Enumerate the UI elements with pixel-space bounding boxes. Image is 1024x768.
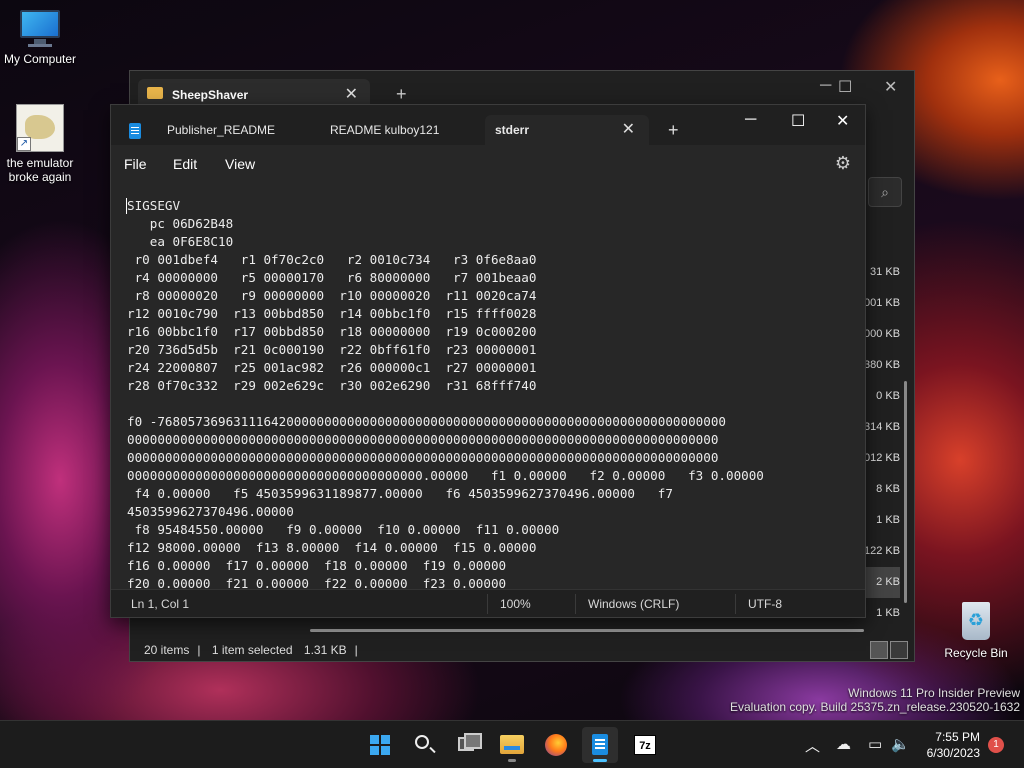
file-size-cell: 122 KB — [864, 545, 901, 557]
notepad-menu-bar: File Edit View ⚙ — [111, 145, 865, 183]
taskbar-file-explorer[interactable] — [494, 727, 530, 763]
close-tab-icon[interactable]: ✕ — [345, 84, 358, 104]
close-window-button[interactable]: ✕ — [884, 77, 897, 97]
close-tab-icon[interactable]: ✕ — [622, 115, 635, 145]
menu-view[interactable]: View — [225, 156, 255, 172]
taskbar-firefox[interactable] — [538, 727, 574, 763]
maximize-button[interactable]: ☐ — [838, 77, 852, 97]
explorer-tab-sheepshaver[interactable]: SheepShaver ✕ — [138, 79, 370, 107]
task-view-icon — [458, 733, 482, 751]
windows-logo-icon — [370, 735, 390, 755]
taskbar: 7z ︿ ☁ ▭ 🔈 7:55 PM 6/30/2023 1 — [0, 720, 1024, 768]
text-editor-area[interactable]: SIGSEGV pc 06D62B48 ea 0F6E8C10 r0 001db… — [111, 183, 865, 589]
desktop-icon-emulator-shortcut[interactable]: ↗ the emulator broke again — [0, 104, 80, 184]
menu-edit[interactable]: Edit — [173, 156, 197, 172]
volume-icon[interactable]: 🔈 — [891, 735, 910, 753]
taskbar-search-button[interactable] — [406, 727, 442, 763]
horizontal-scrollbar[interactable] — [310, 629, 864, 632]
cloud-offline-icon[interactable]: ☁ — [836, 735, 851, 753]
file-size-cell: 001 KB — [864, 297, 901, 309]
clock-date: 6/30/2023 — [926, 746, 980, 760]
desktop-icon-my-computer[interactable]: My Computer — [0, 8, 80, 66]
folder-icon — [500, 735, 524, 754]
file-size-cell: 31 KB — [870, 266, 900, 278]
notepad-window[interactable]: Publisher_README README kulboy121 stderr… — [110, 104, 866, 618]
file-size-cell: 8 KB — [876, 483, 900, 495]
explorer-titlebar: SheepShaver ✕ + ─ ☐ ✕ — [130, 71, 914, 107]
editor-content[interactable]: SIGSEGV pc 06D62B48 ea 0F6E8C10 r0 001db… — [127, 197, 764, 589]
status-selected-count: 1 item selected — [211, 643, 293, 657]
menu-file[interactable]: File — [124, 156, 147, 172]
file-size-cell: 012 KB — [864, 452, 901, 464]
search-icon — [415, 735, 429, 749]
file-size-cell: 0 KB — [876, 390, 900, 402]
close-window-button[interactable]: ✕ — [836, 111, 849, 131]
taskbar-notepad[interactable] — [582, 727, 618, 763]
folder-icon — [147, 87, 163, 99]
gear-icon[interactable]: ⚙ — [835, 153, 851, 174]
shortcut-image-icon: ↗ — [16, 104, 64, 152]
network-icon[interactable]: ▭ — [868, 735, 882, 753]
tab-publisher-readme[interactable]: Publisher_README — [157, 115, 317, 145]
file-size-cell-selected: 2 KB — [864, 567, 900, 598]
tab-stderr[interactable]: stderr ✕ — [485, 115, 649, 145]
explorer-status-bar: 20 items | 1 item selected 1.31 KB | — [144, 643, 358, 657]
build-watermark: Windows 11 Pro Insider Preview Evaluatio… — [730, 686, 1020, 714]
task-view-button[interactable] — [450, 727, 486, 763]
tab-readme-kulboy121[interactable]: README kulboy121 — [320, 115, 480, 145]
taskbar-7zip[interactable]: 7z — [627, 727, 663, 763]
chevron-up-icon[interactable]: ︿ — [805, 735, 820, 756]
status-cursor-position: Ln 1, Col 1 — [131, 597, 190, 611]
file-size-cell: 1 KB — [876, 607, 900, 619]
view-mode-buttons — [868, 641, 908, 664]
notification-badge[interactable]: 1 — [988, 737, 1004, 753]
new-tab-button[interactable]: + — [396, 84, 407, 105]
file-size-cell: 380 KB — [864, 359, 901, 371]
details-view-icon[interactable] — [870, 641, 888, 659]
minimize-button[interactable]: ─ — [820, 77, 831, 95]
clock-time: 7:55 PM — [935, 730, 980, 744]
status-item-count: 20 items — [144, 643, 190, 657]
new-tab-button[interactable]: + — [668, 120, 679, 141]
firefox-icon — [545, 734, 567, 756]
system-clock[interactable]: 7:55 PM 6/30/2023 — [916, 729, 980, 761]
start-button[interactable] — [362, 727, 398, 763]
file-size-column: 31 KB 001 KB 000 KB 380 KB 0 KB 314 KB 0… — [864, 257, 900, 629]
recycle-bin-icon: ♻ — [956, 598, 996, 642]
desktop-icon-recycle-bin[interactable]: ♻ Recycle Bin — [936, 598, 1016, 660]
notepad-icon — [592, 734, 608, 755]
maximize-button[interactable]: ☐ — [791, 111, 805, 131]
minimize-button[interactable]: ─ — [745, 111, 756, 129]
file-size-cell: 000 KB — [864, 328, 901, 340]
status-line-ending[interactable]: Windows (CRLF) — [588, 597, 679, 611]
desktop-icon-label: Recycle Bin — [944, 646, 1008, 660]
vertical-scrollbar[interactable] — [904, 381, 907, 603]
desktop-icon-label: the emulator broke again — [6, 156, 74, 184]
status-encoding[interactable]: UTF-8 — [748, 597, 782, 611]
explorer-tab-title: SheepShaver — [172, 88, 249, 102]
computer-icon — [18, 8, 62, 48]
notepad-status-bar: Ln 1, Col 1 100% Windows (CRLF) UTF-8 — [111, 589, 865, 617]
search-icon[interactable]: ⌕ — [868, 177, 902, 207]
notepad-tab-strip: Publisher_README README kulboy121 stderr… — [111, 105, 865, 145]
file-size-cell: 1 KB — [876, 514, 900, 526]
notepad-icon — [129, 123, 141, 139]
status-selected-size: 1.31 KB — [303, 643, 347, 657]
file-size-cell: 314 KB — [864, 421, 901, 433]
desktop-icon-label: My Computer — [3, 52, 77, 66]
tiles-view-icon[interactable] — [890, 641, 908, 659]
status-zoom[interactable]: 100% — [500, 597, 531, 611]
seven-zip-icon: 7z — [634, 735, 656, 755]
